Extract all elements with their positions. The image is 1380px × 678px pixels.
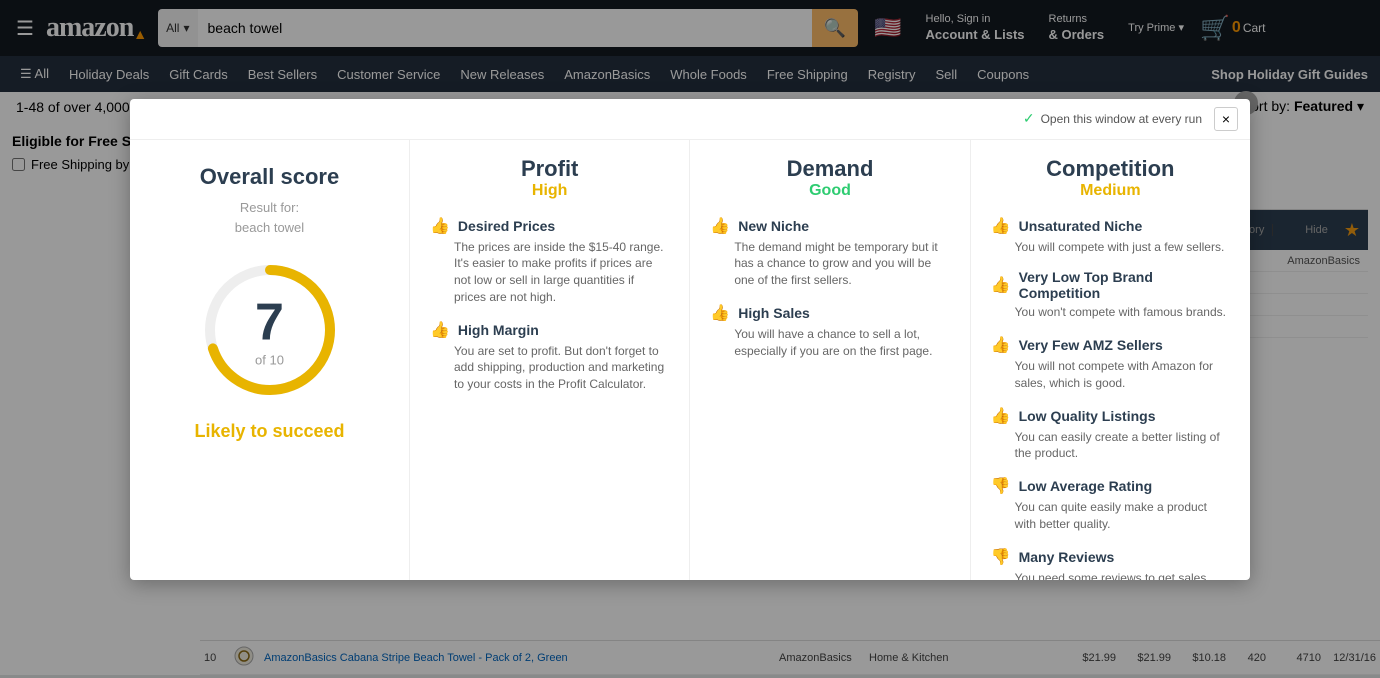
competition-panel: Competition Medium 👍 Unsaturated Niche Y… <box>971 140 1250 580</box>
comp-item-0-title: Unsaturated Niche <box>1019 218 1143 234</box>
competition-item-4: 👎 Low Average Rating You can quite easil… <box>991 476 1230 533</box>
comp-item-1-title: Very Low Top Brand Competition <box>1019 269 1230 301</box>
comp-thumb-0: 👍 <box>991 216 1011 236</box>
score-of-label: of 10 <box>255 353 284 368</box>
comp-thumb-1: 👍 <box>991 275 1011 295</box>
demand-item-0-title: New Niche <box>738 218 809 234</box>
modal-header: ✓ Open this window at every run × <box>130 99 1250 140</box>
competition-item-2: 👍 Very Few AMZ Sellers You will not comp… <box>991 335 1230 392</box>
demand-subtitle: Good <box>710 182 949 200</box>
thumb-up-icon-0: 👍 <box>430 216 450 236</box>
close-modal-button[interactable]: × <box>1214 107 1238 131</box>
profit-item-1: 👍 High Margin You are set to profit. But… <box>430 320 669 393</box>
comp-item-3-desc: You can easily create a better listing o… <box>991 429 1230 463</box>
profit-title: Profit <box>430 156 669 182</box>
score-modal: ✓ Open this window at every run × Overal… <box>130 99 1250 580</box>
profit-item-0-desc: The prices are inside the $15-40 range. … <box>430 239 669 306</box>
modal-wrapper: × ✓ Open this window at every run × Over… <box>130 99 1250 580</box>
comp-thumb-5: 👎 <box>991 547 1011 567</box>
comp-item-5-title: Many Reviews <box>1019 549 1115 565</box>
profit-item-0: 👍 Desired Prices The prices are inside t… <box>430 216 669 306</box>
comp-item-3-title: Low Quality Listings <box>1019 408 1156 424</box>
demand-panel: Demand Good 👍 New Niche The demand might… <box>690 140 970 580</box>
demand-title: Demand <box>710 156 949 182</box>
profit-item-1-title: High Margin <box>458 322 539 338</box>
demand-thumb-up-0: 👍 <box>710 216 730 236</box>
comp-item-1-desc: You won't compete with famous brands. <box>991 304 1230 321</box>
comp-item-2-title: Very Few AMZ Sellers <box>1019 337 1163 353</box>
competition-title: Competition <box>991 156 1230 182</box>
comp-item-4-desc: You can quite easily make a product with… <box>991 499 1230 533</box>
competition-item-5: 👎 Many Reviews You need some reviews to … <box>991 547 1230 580</box>
circle-number-display: 7 of 10 <box>255 293 284 368</box>
modal-overlay: × ✓ Open this window at every run × Over… <box>0 0 1380 678</box>
demand-item-1: 👍 High Sales You will have a chance to s… <box>710 303 949 360</box>
open-every-run-option[interactable]: ✓ Open this window at every run <box>1023 110 1202 127</box>
comp-thumb-4: 👎 <box>991 476 1011 496</box>
profit-panel: Profit High 👍 Desired Prices The prices … <box>410 140 690 580</box>
comp-item-2-desc: You will not compete with Amazon for sal… <box>991 358 1230 392</box>
checkmark-icon: ✓ <box>1023 110 1035 127</box>
profit-item-1-desc: You are set to profit. But don't forget … <box>430 343 669 393</box>
comp-item-0-desc: You will compete with just a few sellers… <box>991 239 1230 256</box>
comp-thumb-3: 👍 <box>991 406 1011 426</box>
demand-item-1-title: High Sales <box>738 305 810 321</box>
demand-item-1-desc: You will have a chance to sell a lot, es… <box>710 326 949 360</box>
overall-score-title: Overall score <box>200 164 339 190</box>
score-circle: 7 of 10 <box>195 255 345 405</box>
competition-item-1: 👍 Very Low Top Brand Competition You won… <box>991 269 1230 321</box>
competition-item-3: 👍 Low Quality Listings You can easily cr… <box>991 406 1230 463</box>
result-keyword: beach towel <box>235 220 304 235</box>
demand-item-0-desc: The demand might be temporary but it has… <box>710 239 949 289</box>
demand-thumb-up-1: 👍 <box>710 303 730 323</box>
comp-item-5-desc: You need some reviews to get sales. <box>991 570 1230 580</box>
score-value: 7 <box>255 294 284 352</box>
modal-body: Overall score Result for: beach towel <box>130 140 1250 580</box>
thumb-up-icon-1: 👍 <box>430 320 450 340</box>
comp-item-4-title: Low Average Rating <box>1019 478 1153 494</box>
comp-thumb-2: 👍 <box>991 335 1011 355</box>
open-every-run-label: Open this window at every run <box>1041 112 1202 126</box>
competition-subtitle: Medium <box>991 182 1230 200</box>
likely-to-succeed-label: Likely to succeed <box>194 421 344 442</box>
overall-score-panel: Overall score Result for: beach towel <box>130 140 410 580</box>
result-for-label: Result for: beach towel <box>235 198 304 240</box>
profit-item-0-title: Desired Prices <box>458 218 555 234</box>
profit-subtitle: High <box>430 182 669 200</box>
competition-item-0: 👍 Unsaturated Niche You will compete wit… <box>991 216 1230 256</box>
demand-item-0: 👍 New Niche The demand might be temporar… <box>710 216 949 289</box>
